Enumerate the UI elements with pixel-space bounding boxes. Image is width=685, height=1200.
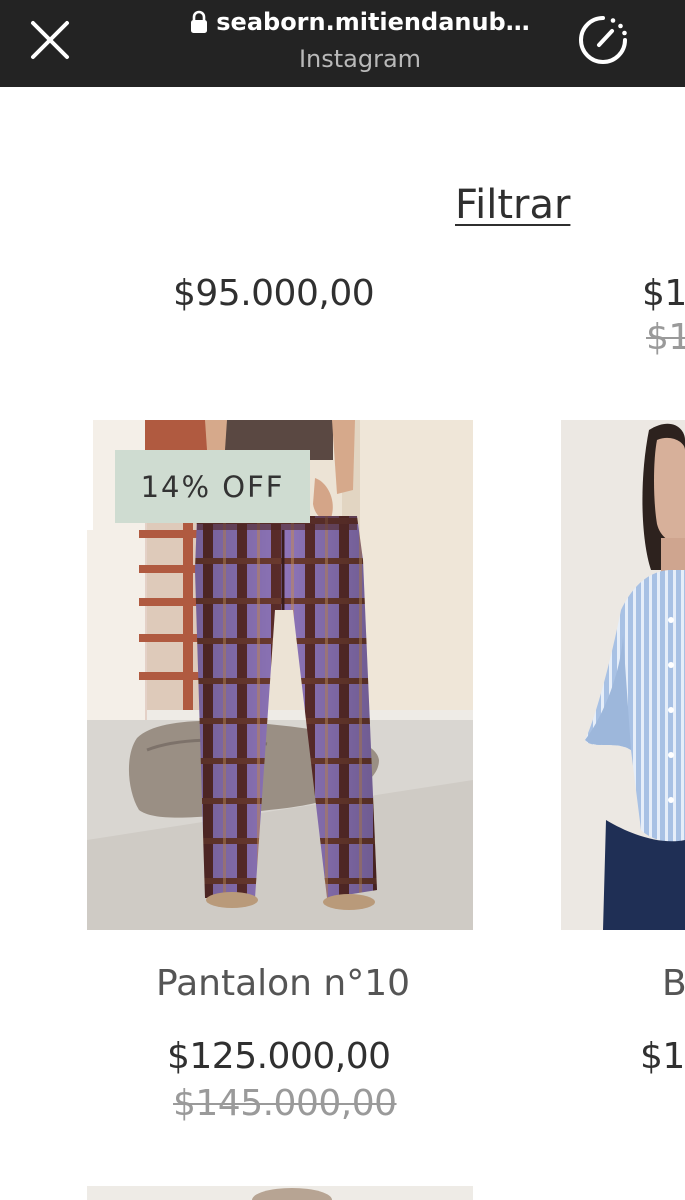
close-icon[interactable] — [24, 14, 76, 66]
url-text: seaborn.mitiendanub… — [216, 8, 530, 36]
discount-badge: 14% OFF — [115, 450, 310, 523]
product-old-price: $145.000,00 — [173, 1083, 397, 1124]
product-price-partial: $1 — [640, 1036, 685, 1077]
product-price-partial: $1 — [642, 273, 685, 314]
lock-icon — [190, 10, 208, 34]
product-old-price-partial: $1 — [646, 317, 685, 358]
product-image-shirt[interactable] — [561, 420, 685, 930]
filter-link[interactable]: Filtrar — [455, 180, 570, 230]
browser-top-bar: seaborn.mitiendanub… Instagram — [0, 0, 685, 87]
source-app-label: Instagram — [298, 45, 422, 73]
product-name-partial[interactable]: B — [662, 962, 685, 1006]
product-price: $125.000,00 — [167, 1036, 391, 1077]
address-area[interactable]: seaborn.mitiendanub… Instagram — [150, 6, 570, 74]
next-product-image[interactable] — [87, 1186, 473, 1200]
speedometer-icon[interactable] — [575, 12, 631, 68]
product-name[interactable]: Pantalon n°10 — [156, 962, 410, 1006]
product-price: $95.000,00 — [173, 273, 375, 314]
